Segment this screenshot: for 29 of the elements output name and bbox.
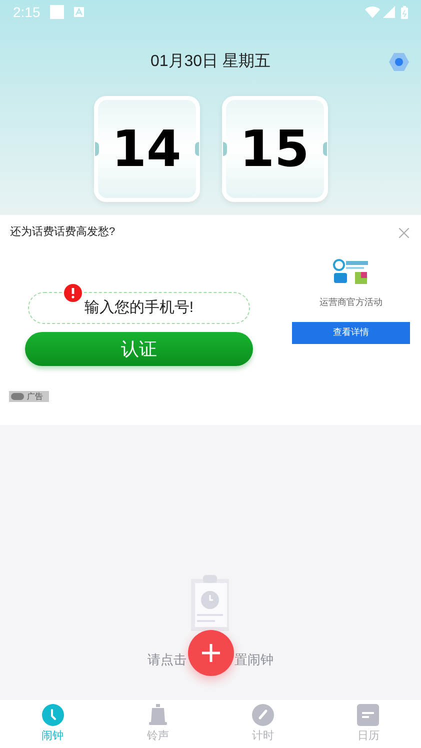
minute-digits: 15 — [240, 124, 310, 174]
ad-badge: 广告 — [9, 391, 49, 402]
keyboard-icon — [74, 7, 84, 17]
add-alarm-button[interactable] — [188, 630, 234, 676]
signal-icon — [383, 6, 395, 18]
nav-tab[interactable]: 日历 — [316, 700, 421, 748]
details-button[interactable]: 查看详情 — [292, 322, 410, 344]
hour-digits: 14 — [112, 124, 182, 174]
verify-button[interactable]: 认证 — [25, 332, 253, 366]
date-text: 01月30日 星期五 — [150, 52, 271, 72]
wifi-icon — [365, 6, 380, 18]
gauge-icon — [252, 704, 274, 726]
settings-icon[interactable] — [389, 52, 409, 72]
empty-hint-end: 置闹钟 — [234, 651, 274, 669]
calendar-icon — [357, 704, 380, 726]
warning-icon — [64, 284, 82, 302]
ad-title: 还为话费话费高发愁? — [10, 224, 116, 240]
empty-hint-start: 请点击 — [148, 651, 186, 669]
nav-tab[interactable]: 铃声 — [105, 700, 210, 748]
plus-icon — [202, 644, 220, 662]
ad-caption: 运营商官方活动 — [318, 296, 384, 309]
battery-icon — [401, 6, 408, 18]
bell-icon — [148, 704, 168, 726]
close-icon[interactable] — [399, 228, 409, 238]
notification-icon — [50, 5, 64, 19]
nav-tab[interactable]: 闹钟 — [0, 700, 106, 748]
status-time: 2:15 — [13, 2, 40, 22]
nav-tab[interactable]: 计时 — [210, 700, 316, 748]
clock-icon — [42, 704, 64, 726]
